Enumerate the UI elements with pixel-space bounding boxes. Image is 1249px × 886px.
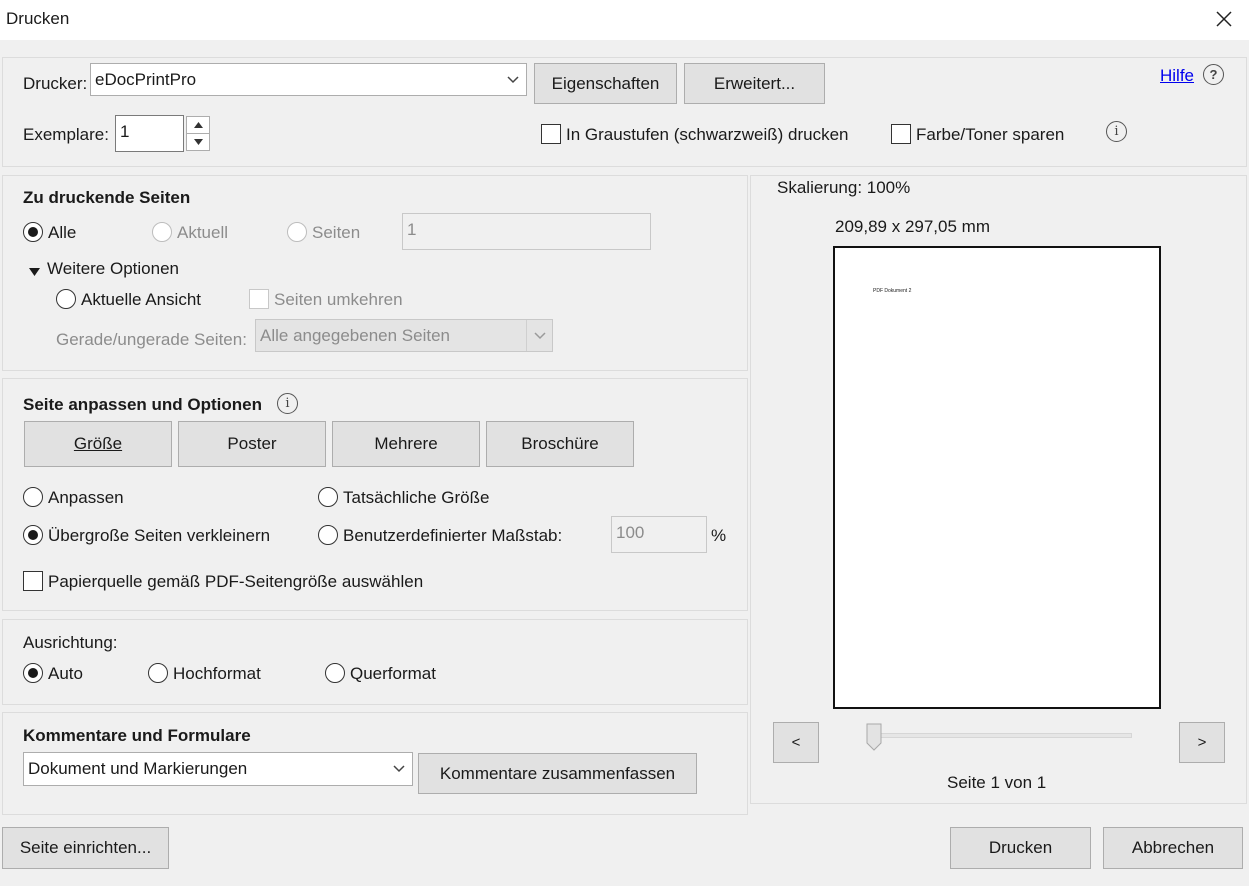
radio-all-label: Alle — [48, 223, 77, 242]
properties-button[interactable]: Eigenschaften — [534, 63, 677, 104]
caret-up-icon[interactable] — [187, 117, 209, 134]
scaling-label: Skalierung: 100% — [777, 178, 911, 197]
tab-booklet[interactable]: Broschüre — [486, 421, 634, 467]
radio-actual-size[interactable] — [318, 487, 338, 507]
odd-even-select[interactable]: Alle angegebenen Seiten — [255, 319, 553, 352]
comments-heading: Kommentare und Formulare — [23, 726, 251, 745]
more-options-toggle[interactable]: Weitere Optionen — [47, 259, 179, 279]
tab-multiple[interactable]: Mehrere — [332, 421, 480, 467]
odd-even-label: Gerade/ungerade Seiten: — [56, 330, 247, 349]
copies-label: Exemplare: — [23, 125, 109, 144]
advanced-button[interactable]: Erweitert... — [684, 63, 825, 104]
grayscale-checkbox[interactable] — [541, 124, 561, 144]
copies-input[interactable]: 1 — [115, 115, 184, 152]
radio-custom-scale[interactable] — [318, 525, 338, 545]
chevron-down-icon — [500, 64, 526, 95]
window-title: Drucken — [6, 9, 70, 28]
save-toner-checkbox[interactable] — [891, 124, 911, 144]
radio-current-view[interactable] — [56, 289, 76, 309]
page-dimensions: 209,89 x 297,05 mm — [835, 217, 990, 236]
pages-range-input[interactable]: 1 — [402, 213, 651, 250]
close-icon[interactable] — [1211, 6, 1237, 32]
paper-source-checkbox[interactable] — [23, 571, 43, 591]
radio-auto-label: Auto — [48, 664, 83, 683]
chevron-down-icon — [526, 320, 552, 351]
page-slider[interactable] — [875, 733, 1132, 738]
printer-select[interactable]: eDocPrintPro — [90, 63, 527, 96]
tab-size[interactable]: Größe — [24, 421, 172, 467]
slider-thumb[interactable] — [866, 723, 882, 756]
page-preview: PDF Dokument 2 — [833, 246, 1161, 709]
odd-even-select-value: Alle angegebenen Seiten — [260, 325, 450, 345]
orientation-panel — [2, 619, 748, 705]
chevron-down-icon — [386, 753, 412, 785]
copies-stepper[interactable] — [186, 116, 210, 151]
radio-pages-label: Seiten — [312, 223, 361, 242]
reverse-pages-checkbox[interactable] — [249, 289, 269, 309]
reverse-pages-label: Seiten umkehren — [274, 290, 403, 309]
page-setup-button[interactable]: Seite einrichten... — [2, 827, 169, 869]
print-button[interactable]: Drucken — [950, 827, 1091, 869]
radio-current[interactable] — [152, 222, 172, 242]
paper-source-label: Papierquelle gemäß PDF-Seitengröße auswä… — [48, 572, 424, 591]
printer-select-value: eDocPrintPro — [95, 69, 197, 89]
radio-pages[interactable] — [287, 222, 307, 242]
grayscale-label: In Graustufen (schwarzweiß) drucken — [566, 125, 849, 144]
previous-page-button[interactable]: < — [773, 722, 819, 763]
tab-poster[interactable]: Poster — [178, 421, 326, 467]
cancel-button[interactable]: Abbrechen — [1103, 827, 1243, 869]
radio-actual-size-label: Tatsächliche Größe — [343, 488, 490, 507]
sizing-heading: Seite anpassen und Optionen — [23, 395, 262, 414]
radio-shrink-label: Übergroße Seiten verkleinern — [48, 526, 271, 545]
orientation-heading: Ausrichtung: — [23, 633, 118, 652]
radio-auto[interactable] — [23, 663, 43, 683]
caret-down-icon[interactable] — [187, 134, 209, 150]
comments-select[interactable]: Dokument und Markierungen — [23, 752, 413, 786]
radio-fit[interactable] — [23, 487, 43, 507]
info-icon[interactable]: i — [1106, 121, 1127, 142]
radio-portrait[interactable] — [148, 663, 168, 683]
save-toner-label: Farbe/Toner sparen — [916, 125, 1065, 144]
info-icon[interactable]: i — [277, 393, 298, 414]
comments-select-value: Dokument und Markierungen — [28, 759, 248, 778]
triangle-down-icon[interactable] — [29, 262, 40, 282]
help-icon[interactable]: ? — [1203, 64, 1224, 85]
radio-landscape[interactable] — [325, 663, 345, 683]
title-bar — [0, 0, 1249, 40]
custom-scale-input[interactable]: 100 — [611, 516, 707, 553]
radio-landscape-label: Querformat — [350, 664, 436, 683]
page-counter: Seite 1 von 1 — [947, 773, 1047, 792]
radio-custom-scale-label: Benutzerdefinierter Maßstab: — [343, 526, 563, 545]
radio-current-label: Aktuell — [177, 223, 229, 242]
radio-fit-label: Anpassen — [48, 488, 124, 507]
radio-portrait-label: Hochformat — [173, 664, 261, 683]
radio-shrink[interactable] — [23, 525, 43, 545]
pages-heading: Zu druckende Seiten — [23, 188, 191, 207]
percent-label: % — [711, 526, 727, 545]
radio-all[interactable] — [23, 222, 43, 242]
next-page-button[interactable]: > — [1179, 722, 1225, 763]
summarize-comments-button[interactable]: Kommentare zusammenfassen — [418, 753, 697, 794]
help-link[interactable]: Hilfe — [1160, 66, 1194, 86]
printer-label: Drucker: — [23, 74, 88, 93]
radio-current-view-label: Aktuelle Ansicht — [81, 290, 202, 309]
page-preview-text: PDF Dokument 2 — [873, 288, 912, 294]
